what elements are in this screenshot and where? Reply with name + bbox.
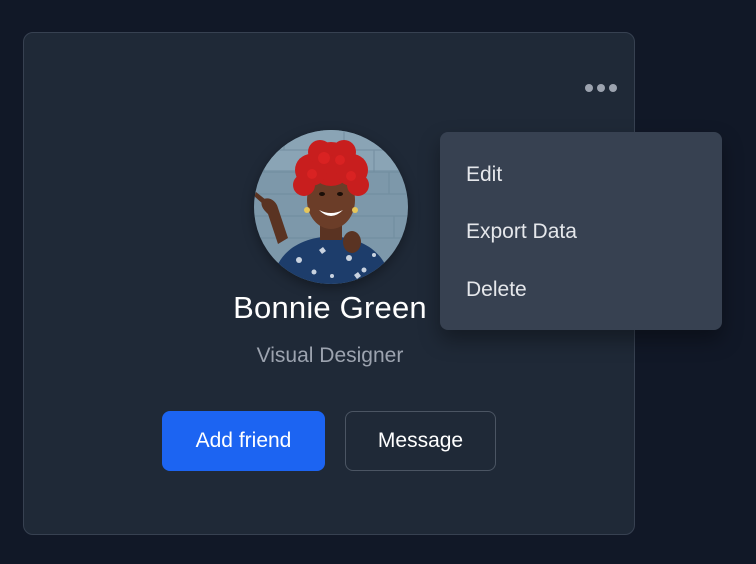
avatar bbox=[254, 130, 408, 284]
more-horizontal-icon bbox=[585, 84, 617, 92]
menu-item-export-data[interactable]: Export Data bbox=[440, 204, 722, 262]
more-options-button[interactable] bbox=[578, 73, 624, 103]
menu-item-edit[interactable]: Edit bbox=[440, 146, 722, 204]
profile-photo-icon bbox=[254, 130, 408, 284]
menu-item-delete[interactable]: Delete bbox=[440, 261, 722, 319]
profile-role: Visual Designer bbox=[256, 344, 404, 367]
message-button[interactable]: Message bbox=[345, 411, 496, 471]
add-friend-button[interactable]: Add friend bbox=[162, 411, 325, 471]
options-dropdown: Edit Export Data Delete bbox=[440, 132, 722, 330]
